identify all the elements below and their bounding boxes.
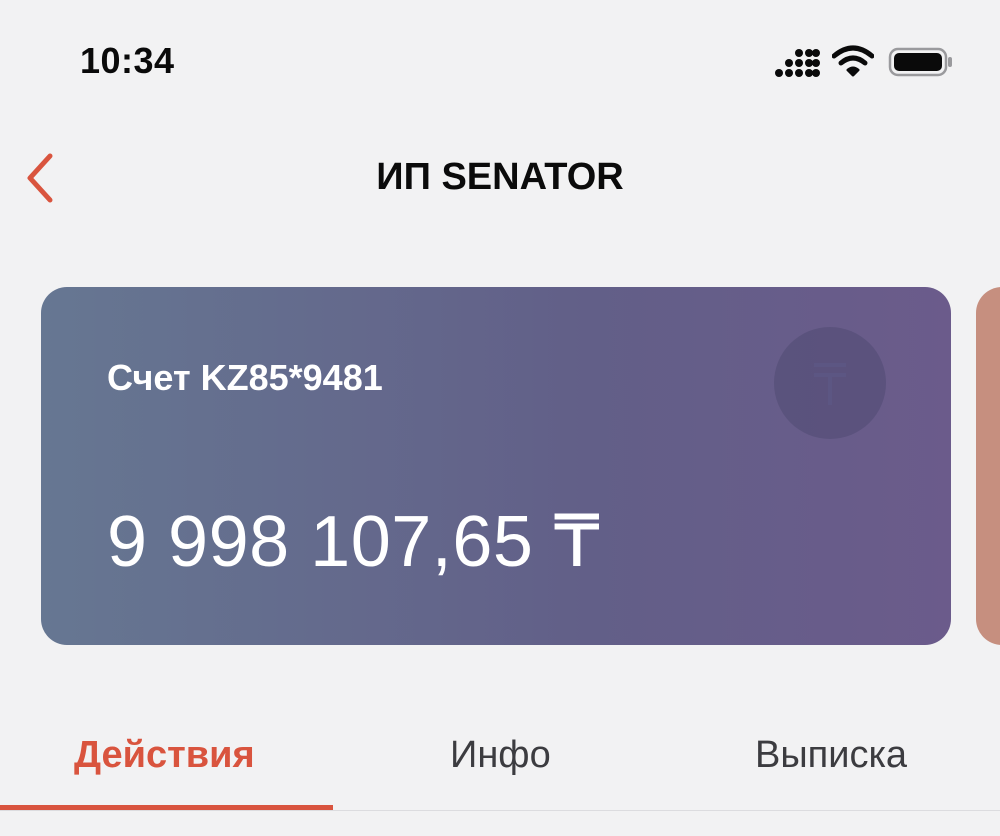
next-account-card[interactable] xyxy=(976,287,1000,645)
battery-icon xyxy=(888,47,952,77)
tab-statement[interactable]: Выписка xyxy=(755,734,907,777)
cellular-signal-icon xyxy=(775,49,820,77)
tab-info[interactable]: Инфо xyxy=(450,734,551,777)
tab-actions[interactable]: Действия xyxy=(74,734,255,777)
tab-divider xyxy=(0,810,1000,811)
account-balance: 9 998 107,65 ₸ xyxy=(107,502,601,582)
status-time: 10:34 xyxy=(80,40,175,81)
page-title: ИП SENATOR xyxy=(376,156,624,198)
account-card[interactable]: Счет KZ85*9481 9 998 107,65 ₸ xyxy=(41,287,951,645)
tenge-icon xyxy=(774,327,886,439)
account-number-label: Счет KZ85*9481 xyxy=(107,357,383,398)
tenge-glyph xyxy=(814,363,846,405)
wifi-icon xyxy=(832,45,874,77)
